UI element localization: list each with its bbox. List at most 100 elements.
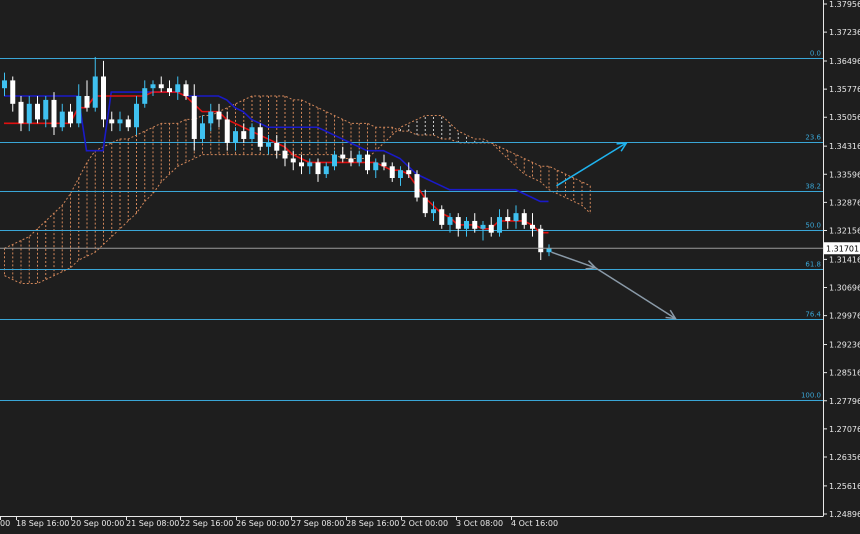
candle-body (200, 123, 205, 139)
price-tick-label: 1.28516 (829, 369, 860, 378)
candle-body (249, 127, 255, 139)
candle-body (233, 131, 238, 143)
price-tick-label: 1.32876 (829, 198, 860, 207)
price-tick-label: 1.27796 (829, 397, 860, 406)
price-tick-label: 1.34316 (829, 142, 860, 151)
candle-body (175, 84, 181, 93)
candle-body (340, 154, 346, 159)
candle-body (51, 99, 57, 128)
price-tick-label: 1.33596 (829, 170, 860, 179)
chart-background (0, 0, 860, 534)
time-tick-label: 3 Oct 08:00 (456, 519, 503, 528)
candle-body (513, 213, 519, 221)
candle-body (447, 217, 453, 225)
candle-body (530, 224, 535, 229)
candle-body (299, 162, 304, 167)
price-tick-label: 1.25616 (829, 482, 860, 491)
candle-body (365, 154, 370, 171)
candle-body (315, 162, 321, 175)
candle-body (183, 84, 189, 97)
time-tick-label: 27 Sep 08:00 (291, 519, 344, 528)
candle-body (282, 150, 288, 159)
price-chart[interactable]: 0.0 23.6 38.2 50.0 61.8 76.4 100.0 1.37956 1.37… (0, 0, 860, 534)
candle-body (266, 142, 271, 147)
candle-body (125, 119, 131, 128)
candle-body (191, 96, 197, 139)
candle-body (414, 174, 420, 198)
candle-body (373, 162, 379, 171)
candle-body (323, 166, 329, 175)
current-price-label: 1.31701 (826, 244, 859, 253)
time-tick-label: 2 Oct 00:00 (401, 519, 448, 528)
candle-body (109, 119, 115, 124)
candle-body (142, 88, 148, 104)
candle-body (488, 224, 494, 233)
candle-body (356, 154, 362, 163)
candle-body (431, 209, 436, 214)
candle-body (167, 88, 172, 93)
candle-body (381, 162, 387, 167)
candle-body (455, 217, 461, 229)
fib-level-label: 76.4 (805, 311, 821, 319)
fib-level-label: 23.6 (805, 134, 821, 142)
candle-body (224, 119, 230, 143)
candle-body (505, 217, 511, 221)
candle-body (26, 103, 32, 124)
time-tick-label: 20 Sep 00:00 (71, 519, 124, 528)
candle-body (68, 111, 73, 124)
time-tick-label: 22 Sep 16:00 (180, 519, 233, 528)
candle-body (521, 213, 527, 225)
candle-body (274, 142, 280, 151)
candle-body (406, 170, 412, 175)
time-tick-label: 00 (0, 519, 10, 528)
candle-body (92, 76, 98, 108)
time-tick-label: 28 Sep 16:00 (346, 519, 399, 528)
price-tick-label: 1.36496 (829, 57, 860, 66)
candle-body (43, 99, 49, 120)
candle-body (348, 158, 354, 163)
candle-body (35, 103, 40, 120)
candle-body (216, 111, 222, 120)
candle-body (150, 84, 156, 89)
price-tick-label: 1.29976 (829, 312, 860, 321)
candle-body (241, 131, 247, 139)
time-tick-label: 21 Sep 08:00 (126, 519, 179, 528)
price-tick-label: 1.31416 (829, 255, 860, 264)
candle-body (290, 158, 296, 163)
price-tick-label: 1.35056 (829, 113, 860, 122)
candle-body (398, 170, 403, 179)
candle-body (422, 197, 428, 214)
candle-body (307, 162, 313, 167)
price-tick-label: 1.24896 (829, 510, 860, 519)
price-tick-label: 1.32156 (829, 226, 860, 235)
fib-level-label: 38.2 (805, 183, 821, 191)
time-tick-label: 18 Sep 16:00 (16, 519, 69, 528)
candle-body (439, 209, 445, 225)
candle-body (76, 96, 82, 124)
candle-body (480, 224, 486, 229)
candle-body (101, 76, 106, 120)
candle-body (497, 217, 502, 233)
fib-level-label: 0.0 (810, 50, 821, 58)
fib-level-label: 50.0 (805, 222, 821, 230)
candle-body (546, 248, 552, 253)
candle-body (59, 111, 65, 128)
candle-body (332, 154, 337, 167)
candle-body (18, 101, 24, 124)
price-tick-label: 1.29236 (829, 341, 860, 350)
price-tick-label: 1.30696 (829, 284, 860, 293)
candle-body (389, 166, 395, 179)
time-tick-label: 4 Oct 16:00 (511, 519, 558, 528)
candle-body (257, 127, 263, 147)
candle-body (10, 80, 16, 104)
candle-body (84, 96, 90, 108)
candle-body (2, 80, 7, 89)
candle-body (134, 103, 139, 128)
price-tick-label: 1.27076 (829, 425, 860, 434)
candle-body (208, 111, 214, 124)
candle-body (158, 84, 164, 89)
candle-body (117, 119, 123, 124)
fib-level-label: 61.8 (805, 261, 821, 269)
time-tick-label: 26 Sep 00:00 (236, 519, 289, 528)
price-tick-label: 1.37236 (829, 28, 860, 37)
